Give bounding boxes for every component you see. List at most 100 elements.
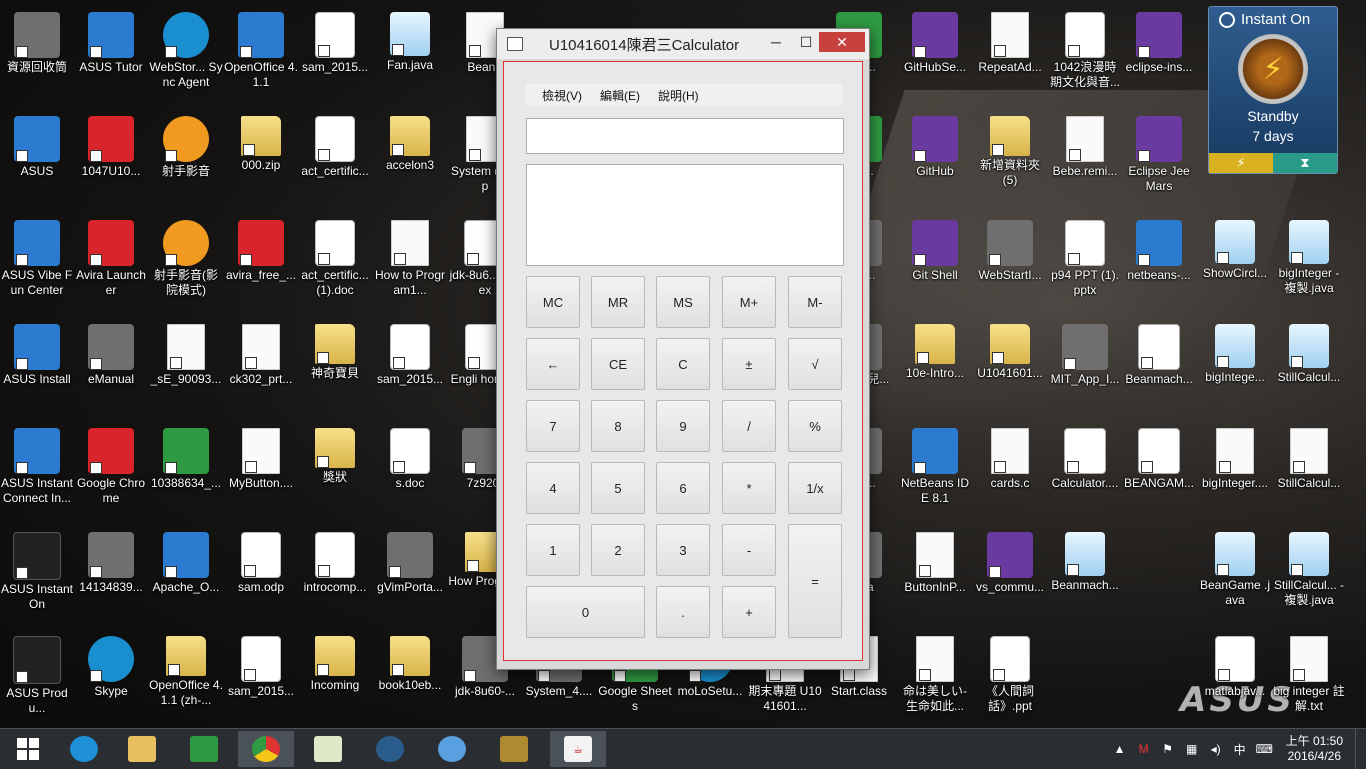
desktop-icon[interactable]: sam_2015... [298, 6, 372, 106]
desktop-icon[interactable]: OpenOffice 4.1.1 [224, 6, 298, 106]
digit-9-button[interactable]: 9 [656, 400, 710, 452]
desktop-icon[interactable]: introcomp... [298, 526, 372, 626]
desktop-icon[interactable]: ck302_prt... [224, 318, 298, 418]
desktop-icon[interactable]: WebStor... Sync Agent [149, 6, 223, 106]
digit-3-button[interactable]: 3 [656, 524, 710, 576]
desktop-icon[interactable]: sam.odp [224, 526, 298, 626]
desktop-icon[interactable]: ASUS Produ... [0, 630, 74, 730]
equals-button[interactable]: = [788, 524, 842, 638]
minimize-button[interactable]: ─ [759, 32, 793, 52]
show-desktop-button[interactable] [1355, 729, 1366, 769]
desktop-icon[interactable]: Incoming [298, 630, 372, 730]
mcafee-icon[interactable]: M [1136, 742, 1152, 756]
taskbar-chrome[interactable] [238, 731, 294, 767]
desktop-icon[interactable]: 新增資料夾 (5) [973, 110, 1047, 210]
desktop-icon[interactable]: big integer 註解.txt [1272, 630, 1346, 730]
decimal-button[interactable]: . [656, 586, 710, 638]
desktop-icon[interactable]: Avira Launcher [74, 214, 148, 314]
ime-indicator[interactable]: 中 [1232, 741, 1248, 758]
multiply-button[interactable]: * [722, 462, 776, 514]
desktop-icon[interactable]: ASUS [0, 110, 74, 210]
sqrt-button[interactable]: √ [788, 338, 842, 390]
desktop-icon[interactable]: 10e-Intro... [898, 318, 972, 418]
desktop-icon[interactable]: 000.zip [224, 110, 298, 210]
desktop-icon[interactable]: StillCalcul... - 複製.java [1272, 526, 1346, 626]
reciprocal-button[interactable]: 1/x [788, 462, 842, 514]
desktop-icon[interactable]: bigInteger.... [1198, 422, 1272, 522]
subtract-button[interactable]: - [722, 524, 776, 576]
desktop-icon[interactable]: 資源回收筒 [0, 6, 74, 106]
ce-button[interactable]: CE [591, 338, 645, 390]
tray-expand-icon[interactable]: ▲ [1112, 742, 1128, 756]
add-button[interactable]: + [722, 586, 776, 638]
lightning-mode-icon[interactable]: ⚡ [1209, 153, 1273, 173]
digit-7-button[interactable]: 7 [526, 400, 580, 452]
result-display[interactable] [526, 164, 844, 266]
desktop-icon[interactable]: MIT_App_I... [1048, 318, 1122, 418]
desktop-icon[interactable]: matlabjav... [1198, 630, 1272, 730]
desktop-icon[interactable]: 獎狀 [298, 422, 372, 522]
desktop-icon[interactable]: U1041601... [973, 318, 1047, 418]
digit-5-button[interactable]: 5 [591, 462, 645, 514]
desktop-icon[interactable]: bigInteger - 複製.java [1272, 214, 1346, 314]
desktop-icon[interactable]: StillCalcul... [1272, 422, 1346, 522]
desktop-icon[interactable]: ASUS Tutor [74, 6, 148, 106]
clock[interactable]: 上午 01:50 2016/4/26 [1286, 734, 1343, 764]
desktop-icon[interactable]: s.doc [373, 422, 447, 522]
desktop-icon[interactable]: ButtonInP... [898, 526, 972, 626]
taskbar-java-calculator[interactable]: ☕ [550, 731, 606, 767]
clear-button[interactable]: C [656, 338, 710, 390]
desktop-icon[interactable]: BEANGAM... [1122, 422, 1196, 522]
menu-view[interactable]: 檢視(V) [542, 87, 582, 104]
desktop-icon[interactable]: sam_2015... [373, 318, 447, 418]
desktop-icon[interactable]: How to Program1... [373, 214, 447, 314]
desktop-icon[interactable]: WebStartI... [973, 214, 1047, 314]
desktop-icon[interactable]: Beanmach... [1048, 526, 1122, 626]
desktop-icon[interactable]: eManual [74, 318, 148, 418]
desktop-icon[interactable]: eclipse-ins... [1122, 6, 1196, 106]
desktop-icon[interactable]: Calculator.... [1048, 422, 1122, 522]
digit-4-button[interactable]: 4 [526, 462, 580, 514]
digit-0-button[interactable]: 0 [526, 586, 645, 638]
desktop-icon[interactable]: Google Chrome [74, 422, 148, 522]
desktop-icon[interactable]: NetBeans IDE 8.1 [898, 422, 972, 522]
desktop-icon[interactable]: avira_free_... [224, 214, 298, 314]
flag-icon[interactable]: ⚑ [1160, 742, 1176, 756]
divide-button[interactable]: / [722, 400, 776, 452]
digit-1-button[interactable]: 1 [526, 524, 580, 576]
desktop-icon[interactable]: Fan.java [373, 6, 447, 106]
m-minus-button[interactable]: M- [788, 276, 842, 328]
desktop-icon[interactable]: BeanGame .java [1198, 526, 1272, 626]
desktop-icon[interactable]: ShowCircl... [1198, 214, 1272, 314]
desktop-icon[interactable]: sam_2015... [224, 630, 298, 730]
desktop-icon[interactable]: MyButton.... [224, 422, 298, 522]
desktop-icon[interactable]: ASUS InstantOn [0, 526, 74, 626]
desktop-icon[interactable]: bigIntege... [1198, 318, 1272, 418]
digit-6-button[interactable]: 6 [656, 462, 710, 514]
close-button[interactable]: ✕ [819, 32, 865, 52]
taskbar-notepad[interactable] [300, 731, 356, 767]
desktop-icon[interactable]: GitHub [898, 110, 972, 210]
desktop-icon[interactable]: GitHubSe... [898, 6, 972, 106]
digit-2-button[interactable]: 2 [591, 524, 645, 576]
desktop-icon[interactable]: ASUS Vibe Fun Center [0, 214, 74, 314]
desktop-icon[interactable]: ASUS Install [0, 318, 74, 418]
desktop-icon[interactable]: 神奇寶貝 [298, 318, 372, 418]
menu-help[interactable]: 說明(H) [658, 87, 699, 104]
desktop-icon[interactable]: Apache_O... [149, 526, 223, 626]
desktop-icon[interactable]: 1047U10... [74, 110, 148, 210]
desktop-icon[interactable]: Eclipse Jee Mars [1122, 110, 1196, 210]
taskbar-messenger[interactable] [424, 731, 480, 767]
desktop-icon[interactable]: act_certific... [298, 110, 372, 210]
desktop-icon[interactable]: 射手影音 [149, 110, 223, 210]
desktop-icon[interactable]: Beanmach... [1122, 318, 1196, 418]
start-button[interactable] [0, 731, 56, 767]
percent-button[interactable]: % [788, 400, 842, 452]
m-plus-button[interactable]: M+ [722, 276, 776, 328]
desktop-icon[interactable]: RepeatAd... [973, 6, 1047, 106]
taskbar-explorer[interactable] [114, 731, 170, 767]
maximize-button[interactable]: ☐ [789, 32, 823, 52]
hourglass-mode-icon[interactable]: ⧗ [1273, 153, 1337, 173]
menu-edit[interactable]: 編輯(E) [600, 87, 640, 104]
volume-icon[interactable]: ◂) [1208, 742, 1224, 756]
